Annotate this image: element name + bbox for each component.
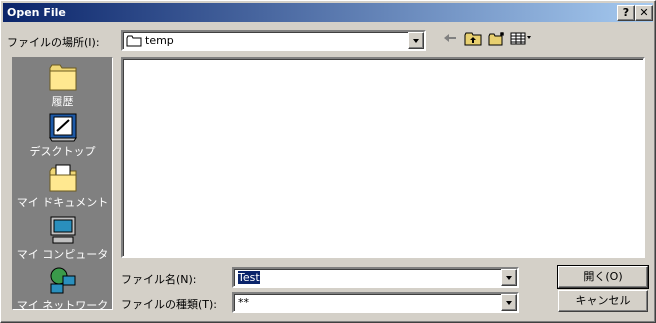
window-title: Open File xyxy=(7,6,66,19)
cancel-button[interactable]: キャンセル xyxy=(558,290,648,312)
place-my-computer[interactable]: マイ コンピュータ xyxy=(13,215,112,262)
place-my-documents[interactable]: マイ ドキュメント xyxy=(13,163,112,210)
view-menu-icon[interactable] xyxy=(510,31,534,45)
lookin-label: ファイルの場所(I): xyxy=(7,36,100,49)
places-bar: 履歴 デスクトップ マイ ドキュメント マイ コンピュータ マイ ネットワーク xyxy=(12,57,113,310)
place-desktop[interactable]: デスクトップ xyxy=(13,112,112,159)
open-file-dialog: Open File ? ✕ ファイルの場所(I): temp 履歴 デスクトップ… xyxy=(0,0,656,323)
lookin-dropdown-button[interactable] xyxy=(408,32,424,49)
desktop-icon xyxy=(48,113,77,142)
filetype-value: ** xyxy=(238,296,249,309)
place-my-network-label: マイ ネットワーク xyxy=(16,299,109,310)
my-network-icon xyxy=(50,267,75,294)
filetype-combo[interactable]: ** xyxy=(232,292,519,313)
new-folder-icon[interactable] xyxy=(488,31,506,46)
back-arrow-icon[interactable] xyxy=(442,31,458,45)
file-list[interactable] xyxy=(121,57,645,258)
open-button[interactable]: 開く(O) xyxy=(557,265,649,289)
filetype-dropdown-button[interactable] xyxy=(501,294,517,311)
title-bar[interactable]: Open File ? ✕ xyxy=(3,3,653,22)
lookin-combo[interactable]: temp xyxy=(121,30,426,51)
place-my-computer-label: マイ コンピュータ xyxy=(16,248,109,261)
place-history[interactable]: 履歴 xyxy=(13,62,112,109)
place-history-label: 履歴 xyxy=(51,95,74,108)
filetype-label: ファイルの種類(T): xyxy=(121,298,218,311)
filename-combo[interactable]: Test xyxy=(232,267,519,288)
lookin-value: temp xyxy=(145,34,174,47)
folder-icon xyxy=(126,35,142,47)
my-computer-icon xyxy=(50,216,75,244)
filename-dropdown-button[interactable] xyxy=(501,269,517,286)
place-my-network[interactable]: マイ ネットワーク xyxy=(13,266,112,310)
place-desktop-label: デスクトップ xyxy=(29,145,96,158)
history-folder-icon xyxy=(49,64,76,91)
place-my-documents-label: マイ ドキュメント xyxy=(16,196,109,209)
help-button[interactable]: ? xyxy=(617,5,635,21)
up-folder-icon[interactable] xyxy=(464,31,482,46)
my-documents-icon xyxy=(49,164,76,192)
filename-label: ファイル名(N): xyxy=(121,273,197,286)
filename-input[interactable]: Test xyxy=(238,271,260,284)
close-button[interactable]: ✕ xyxy=(635,5,653,21)
